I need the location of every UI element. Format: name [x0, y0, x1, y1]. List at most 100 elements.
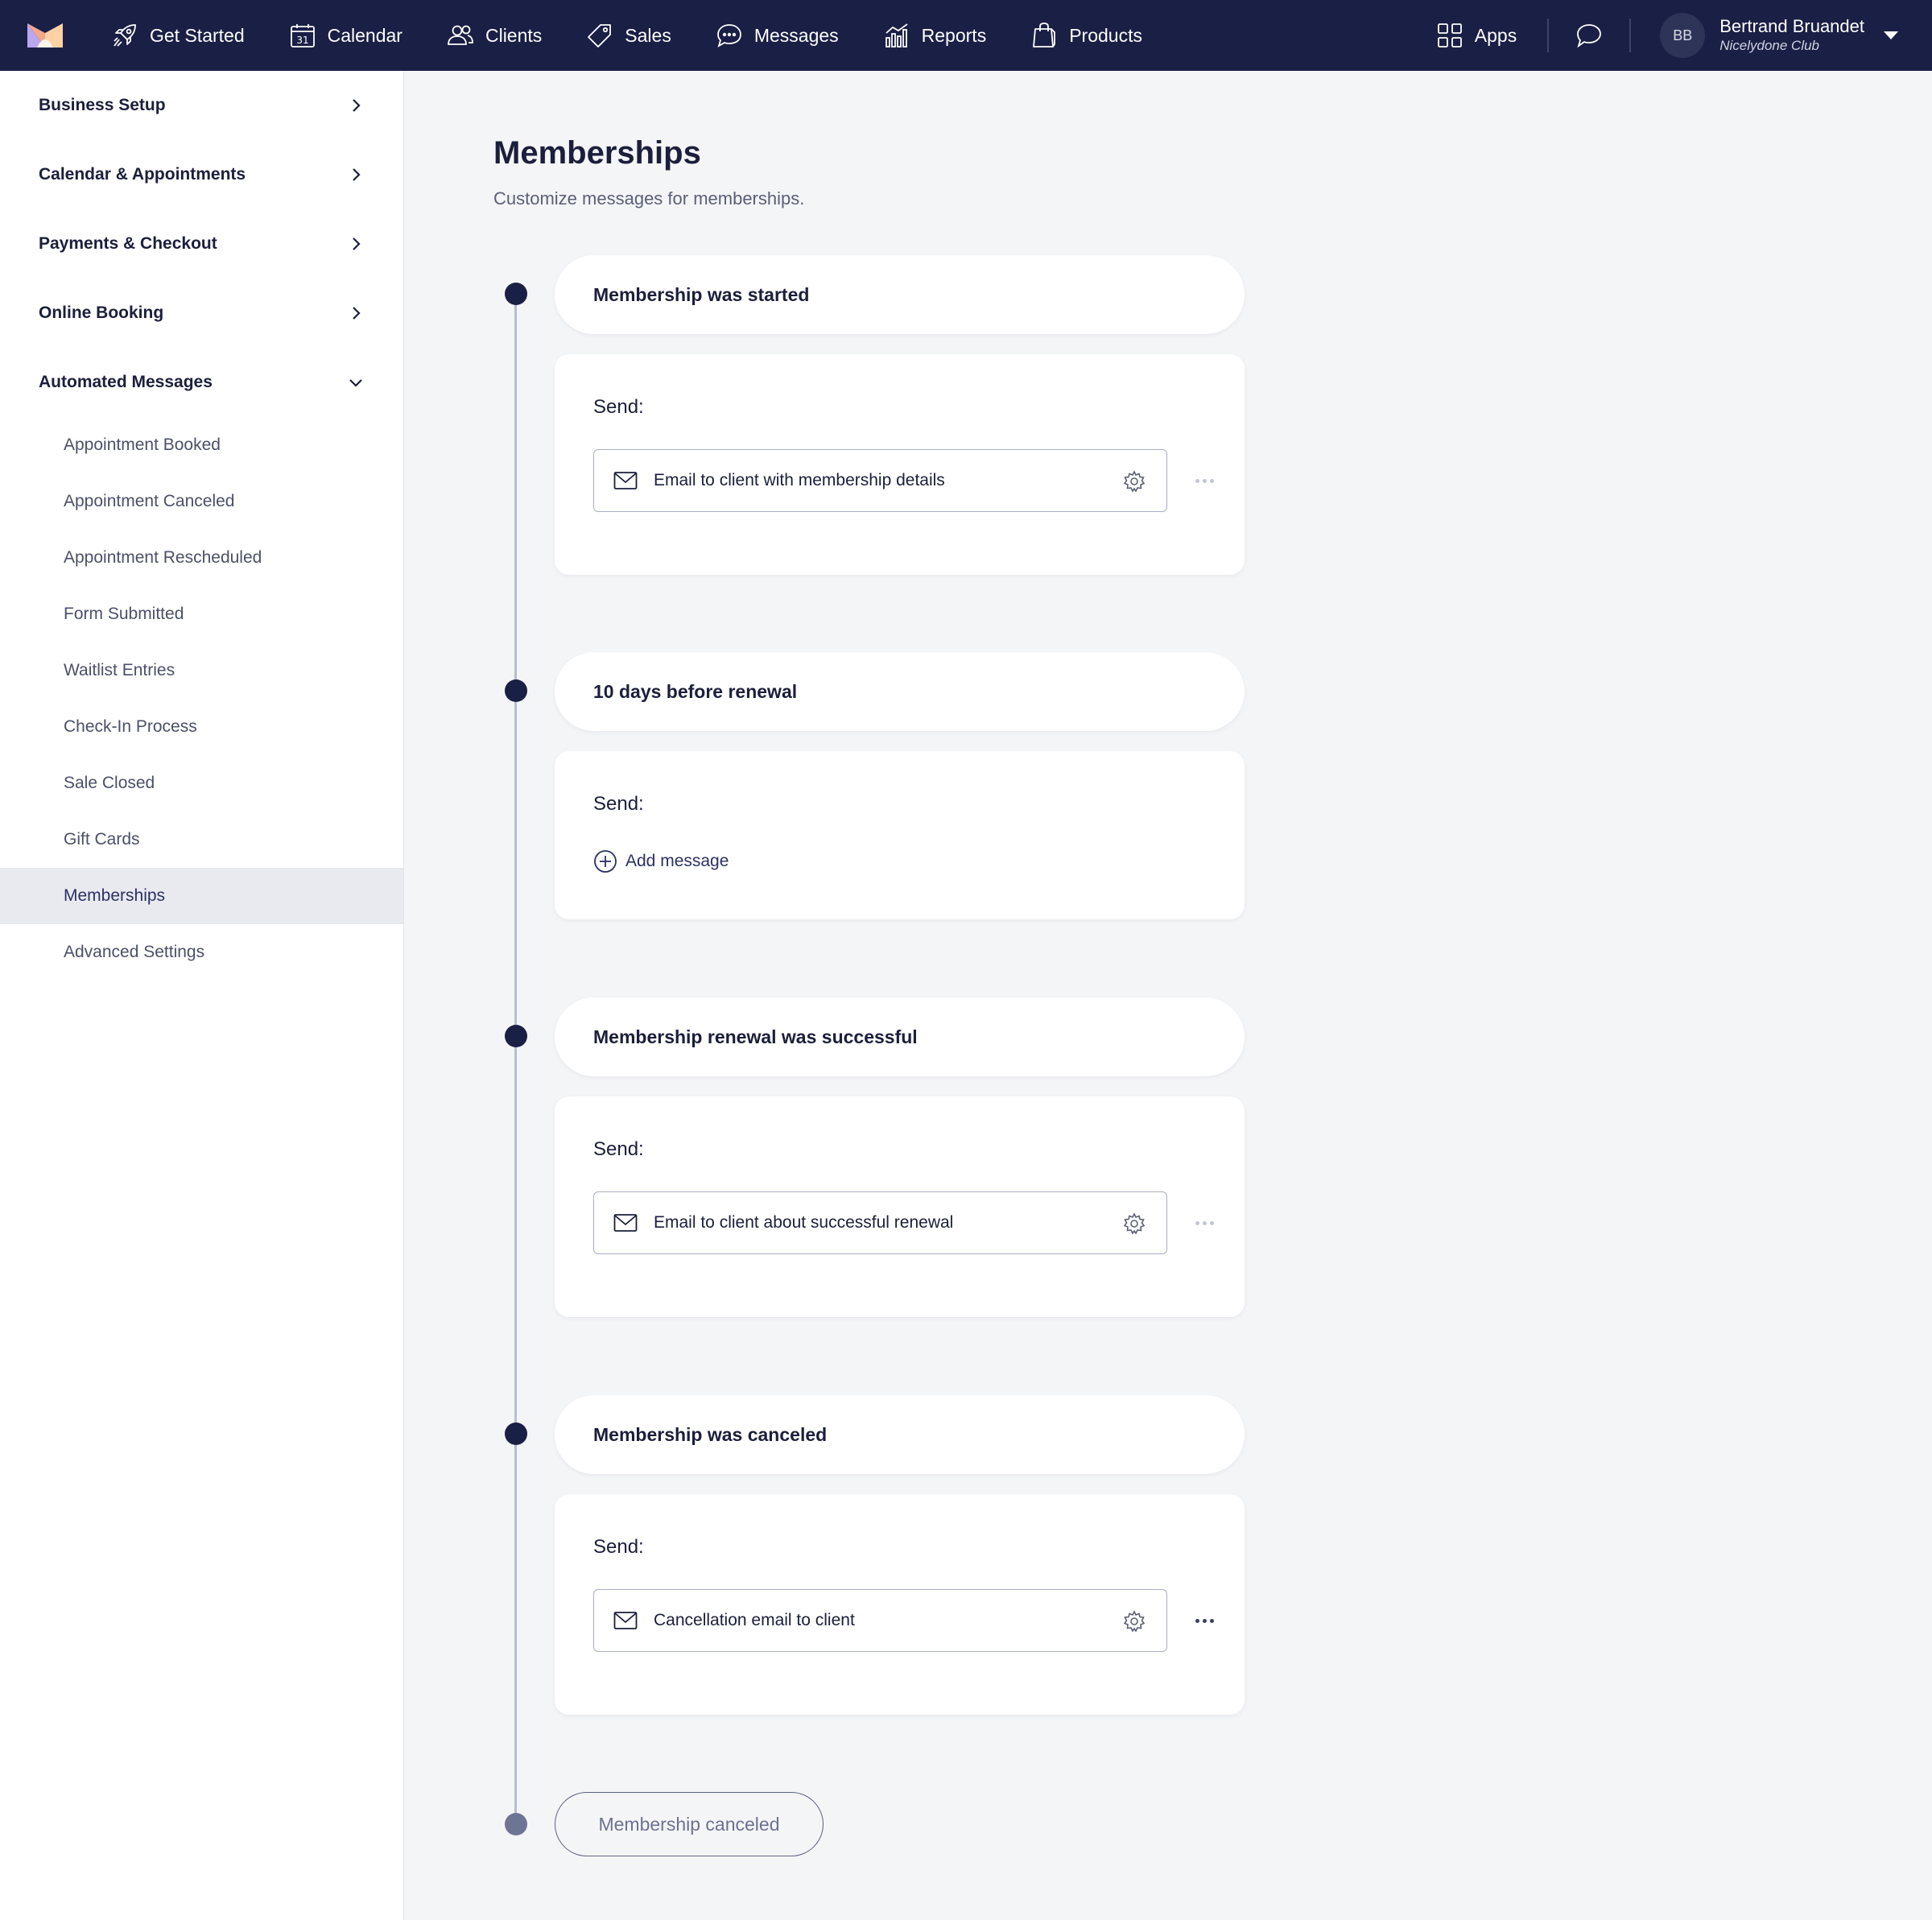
sidebar-section-payments-checkout[interactable]: Payments & Checkout [0, 209, 403, 279]
sidebar-item-waitlist-entries[interactable]: Waitlist Entries [0, 642, 403, 699]
more-options-button[interactable] [1191, 467, 1218, 494]
chat-bubble-icon [1577, 24, 1602, 48]
chevron-right-icon [353, 99, 361, 112]
send-card: Send: Email to client about successful r… [555, 1096, 1245, 1317]
send-card: Send: Email to client with membership de… [555, 354, 1245, 575]
send-label: Send: [593, 1536, 644, 1558]
nav-label: Sales [625, 24, 671, 46]
event-label: 10 days before renewal [593, 680, 798, 702]
send-label: Send: [593, 396, 644, 418]
top-navigation: Get Started 31 Calendar Clients Sales Me… [0, 0, 1932, 71]
page-subtitle: Customize messages for memberships. [493, 188, 805, 209]
chevron-down-icon [349, 379, 362, 387]
user-menu[interactable]: BB Bertrand Bruandet Nicelydone Club [1660, 13, 1898, 58]
sidebar-item-appointment-rescheduled[interactable]: Appointment Rescheduled [0, 530, 403, 586]
avatar: BB [1660, 13, 1706, 58]
sidebar-section-label: Calendar & Appointments [39, 165, 246, 184]
message-item[interactable]: Email to client with membership details [593, 449, 1167, 512]
sidebar-item-check-in-process[interactable]: Check-In Process [0, 699, 403, 755]
chat-button[interactable] [1549, 0, 1629, 71]
message-label: Cancellation email to client [654, 1611, 855, 1629]
apps-label: Apps [1474, 24, 1517, 46]
timeline-dot [505, 1025, 527, 1047]
user-info: Bertrand Bruandet Nicelydone Club [1719, 16, 1864, 55]
clients-icon [448, 25, 473, 45]
event-header: 10 days before renewal [555, 652, 1245, 731]
nav-products[interactable]: Products [1030, 0, 1142, 71]
nav-get-started[interactable]: Get Started [111, 0, 245, 71]
timeline-dot [505, 1422, 527, 1445]
sidebar-section-label: Automated Messages [39, 373, 213, 391]
settings-sidebar: Business Setup Calendar & Appointments P… [0, 71, 404, 1920]
event-header: Membership renewal was successful [555, 997, 1245, 1076]
event-header: Membership was started [555, 255, 1245, 334]
timeline-dot [505, 679, 527, 702]
gear-icon[interactable] [1123, 470, 1146, 493]
event-header: Membership was canceled [555, 1395, 1245, 1474]
sidebar-section-online-booking[interactable]: Online Booking [0, 279, 403, 348]
sidebar-item-appointment-booked[interactable]: Appointment Booked [0, 417, 403, 473]
message-item[interactable]: Email to client about successful renewal [593, 1191, 1167, 1254]
add-message-button[interactable]: Add message [593, 849, 729, 873]
send-card: Send: Add message [555, 751, 1245, 919]
nav-label: Clients [485, 24, 543, 46]
envelope-icon [613, 472, 638, 489]
sidebar-section-calendar-appointments[interactable]: Calendar & Appointments [0, 140, 403, 209]
apps-grid-icon [1437, 23, 1462, 47]
apps-button[interactable]: Apps [1436, 22, 1517, 49]
nav-label: Get Started [150, 24, 245, 46]
bar-chart-icon [885, 23, 908, 47]
end-status-pill: Membership canceled [555, 1792, 824, 1856]
nav-label: Products [1069, 24, 1142, 46]
sidebar-section-automated-messages[interactable]: Automated Messages [0, 348, 403, 417]
message-bubble-icon [716, 24, 741, 47]
svg-text:31: 31 [296, 35, 308, 46]
chevron-right-icon [353, 168, 361, 181]
envelope-icon [613, 1214, 638, 1232]
shopping-bag-icon [1033, 23, 1056, 47]
sidebar-item-advanced-settings[interactable]: Advanced Settings [0, 924, 403, 981]
page-title: Memberships [493, 135, 701, 171]
nav-messages[interactable]: Messages [716, 0, 839, 71]
plus-circle-icon [594, 850, 617, 873]
brand-logo[interactable] [27, 23, 63, 47]
chevron-right-icon [353, 237, 361, 250]
more-options-button[interactable] [1191, 1607, 1218, 1634]
nav-clients[interactable]: Clients [447, 0, 542, 71]
sidebar-item-sale-closed[interactable]: Sale Closed [0, 755, 403, 811]
envelope-icon [613, 1612, 638, 1629]
sidebar-item-gift-cards[interactable]: Gift Cards [0, 811, 403, 868]
sidebar-item-memberships[interactable]: Memberships [0, 868, 403, 924]
nav-calendar[interactable]: 31 Calendar [289, 0, 402, 71]
gear-icon[interactable] [1123, 1610, 1146, 1633]
rocket-icon [114, 24, 136, 47]
message-label: Email to client with membership details [654, 471, 945, 489]
timeline-line [514, 295, 517, 1824]
tag-icon [588, 24, 612, 47]
sidebar-item-appointment-canceled[interactable]: Appointment Canceled [0, 473, 403, 530]
timeline-dot [505, 283, 527, 305]
event-label: Membership renewal was successful [593, 1026, 918, 1047]
event-label: Membership was canceled [593, 1423, 828, 1445]
send-card: Send: Cancellation email to client [555, 1494, 1245, 1715]
send-label: Send: [593, 793, 644, 815]
nav-reports[interactable]: Reports [883, 0, 986, 71]
sidebar-section-business-setup[interactable]: Business Setup [0, 71, 403, 140]
more-options-button[interactable] [1191, 1209, 1218, 1237]
nav-sales[interactable]: Sales [586, 0, 671, 71]
timeline-dot [505, 1813, 527, 1835]
message-label: Email to client about successful renewal [654, 1213, 954, 1232]
sidebar-section-label: Payments & Checkout [39, 234, 217, 253]
nav-label: Calendar [327, 24, 402, 46]
gear-icon[interactable] [1123, 1212, 1146, 1235]
sidebar-section-label: Online Booking [39, 303, 164, 322]
sidebar-item-form-submitted[interactable]: Form Submitted [0, 586, 403, 642]
calendar-icon: 31 [290, 24, 315, 47]
chevron-right-icon [353, 307, 361, 320]
nav-label: Messages [753, 24, 839, 46]
user-club: Nicelydone Club [1719, 38, 1820, 53]
chevron-down-icon [1884, 31, 1898, 39]
user-name: Bertrand Bruandet [1719, 16, 1864, 36]
message-item[interactable]: Cancellation email to client [593, 1589, 1167, 1652]
event-label: Membership was started [593, 283, 810, 305]
